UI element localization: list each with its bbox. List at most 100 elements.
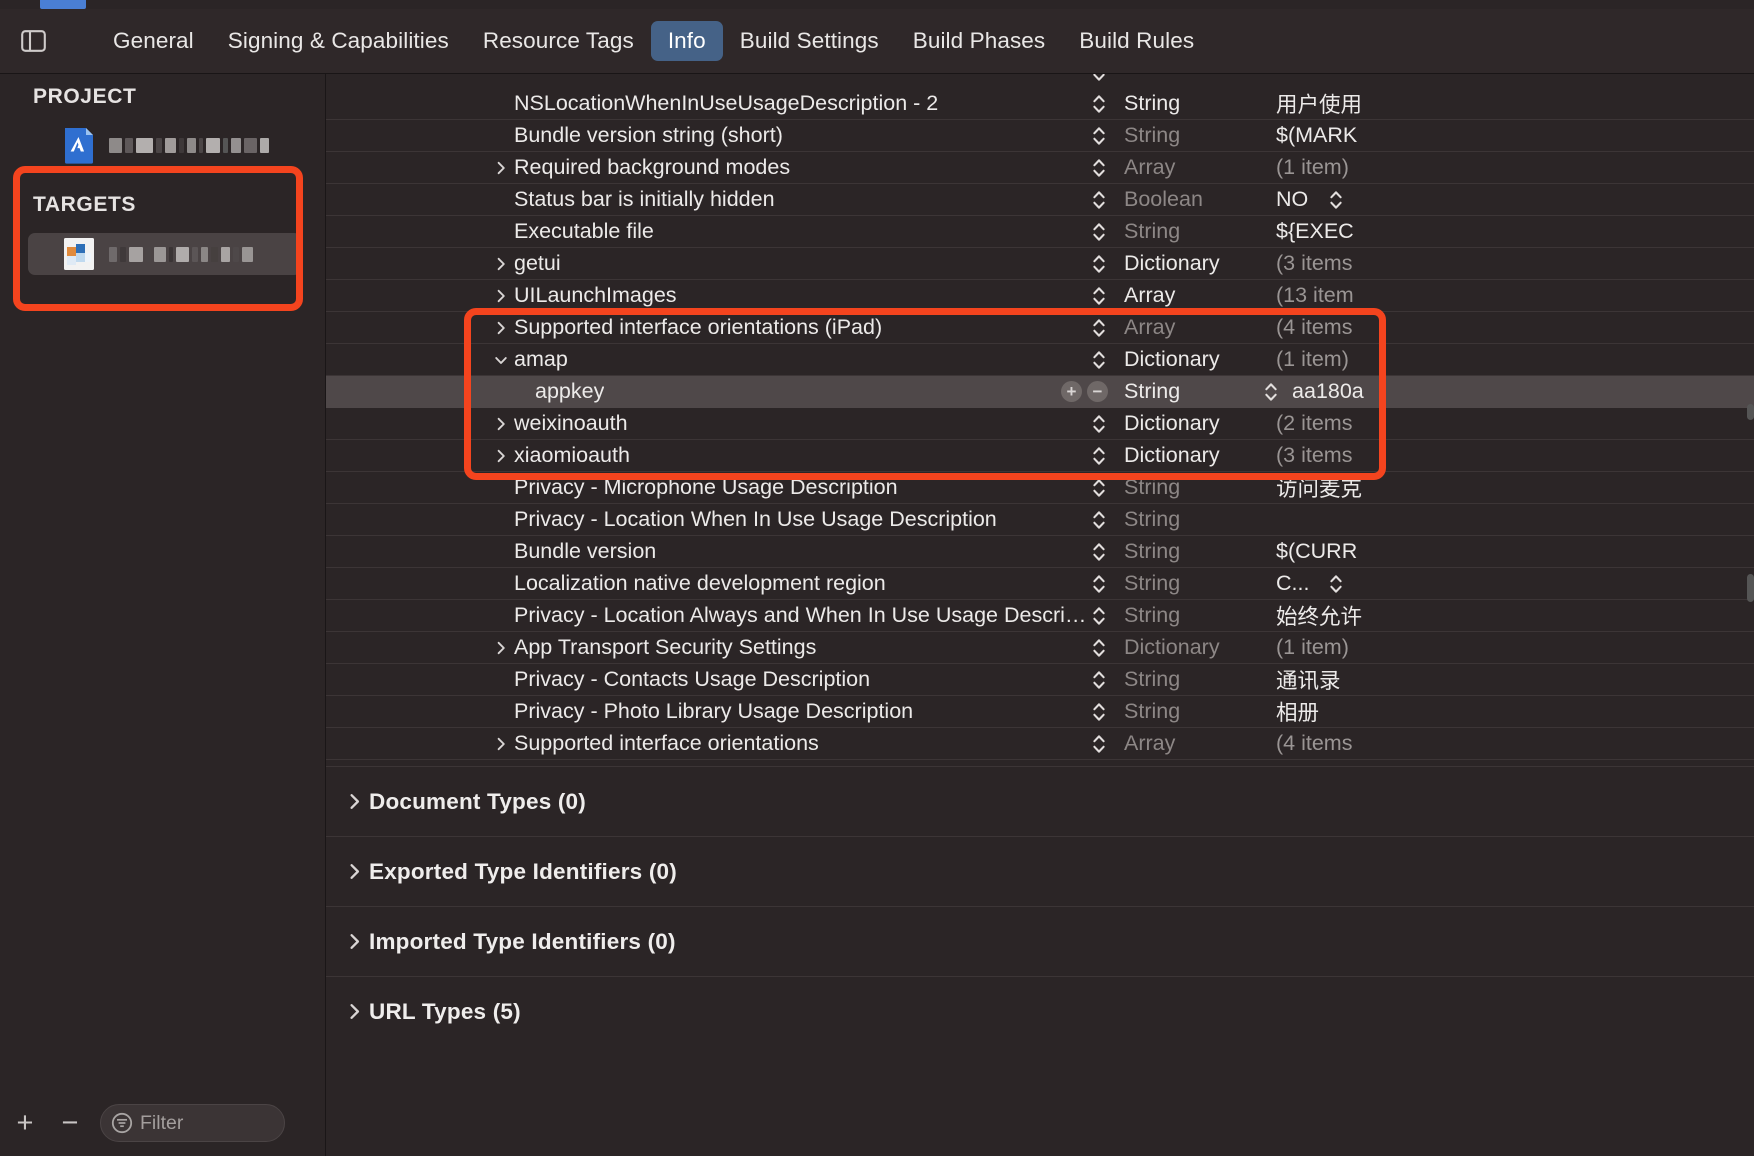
target-list-item[interactable]: [0, 232, 326, 276]
plist-row[interactable]: Executable file String ${EXEC: [326, 216, 1754, 248]
plist-type[interactable]: String: [1124, 539, 1180, 564]
plist-row[interactable]: Privacy - Location Always and When In Us…: [326, 600, 1754, 632]
plist-type[interactable]: String: [1124, 219, 1180, 244]
plist-value[interactable]: $(MARK: [1276, 123, 1357, 148]
plist-row[interactable]: amap Dictionary (1 item): [326, 344, 1754, 376]
plist-value[interactable]: (1 item): [1276, 635, 1349, 660]
plist-row[interactable]: getui Dictionary (3 items: [326, 248, 1754, 280]
chevron-right-icon[interactable]: [492, 152, 510, 184]
type-stepper-icon[interactable]: [1088, 568, 1110, 600]
plist-type[interactable]: Boolean: [1124, 187, 1203, 212]
plist-type[interactable]: String: [1124, 699, 1180, 724]
plist-value[interactable]: (4 items: [1276, 315, 1352, 340]
plist-row[interactable]: Status bar is initially hidden Boolean NO: [326, 184, 1754, 216]
project-list-item[interactable]: [0, 123, 326, 167]
plist-row[interactable]: Privacy - Location When In Use Usage Des…: [326, 504, 1754, 536]
plist-row[interactable]: appkey + − String aa180a: [326, 376, 1754, 408]
section-exported-type-identifiers-0[interactable]: Exported Type Identifiers (0): [326, 836, 1754, 906]
type-stepper-icon[interactable]: [1088, 408, 1110, 440]
plist-row[interactable]: Supported interface orientations (iPad) A…: [326, 312, 1754, 344]
add-target-button[interactable]: +: [10, 1108, 40, 1138]
plist-type[interactable]: String: [1124, 571, 1180, 596]
plist-type[interactable]: String: [1124, 603, 1180, 628]
plist-value[interactable]: C...: [1276, 571, 1309, 596]
plist-type[interactable]: String: [1124, 475, 1180, 500]
chevron-down-icon[interactable]: [492, 344, 510, 376]
plist-type[interactable]: Dictionary: [1124, 347, 1220, 372]
chevron-right-icon[interactable]: [492, 248, 510, 280]
plist-row[interactable]: Bundle version String $(CURR: [326, 536, 1754, 568]
value-stepper-icon[interactable]: [1261, 376, 1281, 408]
type-stepper-icon[interactable]: [1088, 536, 1110, 568]
plist-type[interactable]: Dictionary: [1124, 635, 1220, 660]
plist-value[interactable]: (3 items: [1276, 251, 1352, 276]
type-stepper-icon[interactable]: [1088, 120, 1110, 152]
plist-row[interactable]: Privacy - Contacts Usage Description Stri…: [326, 664, 1754, 696]
tab-build-settings[interactable]: Build Settings: [723, 21, 896, 61]
plist-value[interactable]: (4 items: [1276, 731, 1352, 756]
type-stepper-icon[interactable]: [1088, 632, 1110, 664]
plist-value[interactable]: aa180a: [1292, 379, 1364, 404]
type-stepper-icon[interactable]: [1088, 88, 1110, 120]
plist-value[interactable]: (1 item): [1276, 155, 1349, 180]
plist-type[interactable]: Array: [1124, 283, 1175, 308]
add-row-icon[interactable]: +: [1061, 381, 1082, 402]
sidebar-toggle-icon[interactable]: [14, 26, 52, 56]
plist-row[interactable]: Privacy - Photo Library Usage Descriptio…: [326, 696, 1754, 728]
section-imported-type-identifiers-0[interactable]: Imported Type Identifiers (0): [326, 906, 1754, 976]
plist-value[interactable]: 始终允许: [1276, 600, 1362, 631]
tab-build-rules[interactable]: Build Rules: [1062, 21, 1211, 61]
plist-value[interactable]: (3 items: [1276, 443, 1352, 468]
plist-row[interactable]: App Transport Security Settings Dictionar…: [326, 632, 1754, 664]
type-stepper-icon[interactable]: [1088, 216, 1110, 248]
plist-value[interactable]: NO: [1276, 187, 1308, 212]
chevron-right-icon[interactable]: [339, 933, 369, 950]
plist-type[interactable]: String: [1124, 507, 1180, 532]
plist-type[interactable]: Array: [1124, 731, 1175, 756]
plist-type[interactable]: String: [1124, 667, 1180, 692]
plist-value[interactable]: 访问麦克: [1276, 472, 1362, 503]
type-stepper-icon[interactable]: [1088, 504, 1110, 536]
plist-value[interactable]: 通讯录: [1276, 664, 1341, 695]
plist-value[interactable]: ${EXEC: [1276, 219, 1354, 244]
plist-row-partial[interactable]: [326, 74, 1754, 88]
type-stepper-icon[interactable]: [1088, 344, 1110, 376]
scrollbar-thumb-upper[interactable]: [1747, 404, 1754, 420]
type-stepper-icon[interactable]: [1088, 600, 1110, 632]
chevron-right-icon[interactable]: [492, 632, 510, 664]
plist-value[interactable]: $(CURR: [1276, 539, 1357, 564]
chevron-right-icon[interactable]: [492, 440, 510, 472]
plist-type[interactable]: Dictionary: [1124, 443, 1220, 468]
tab-info[interactable]: Info: [650, 21, 723, 61]
plist-type[interactable]: String: [1124, 123, 1180, 148]
section-url-types-5[interactable]: URL Types (5): [326, 976, 1754, 1046]
value-stepper-icon[interactable]: [1326, 184, 1346, 216]
chevron-right-icon[interactable]: [492, 408, 510, 440]
type-stepper-icon[interactable]: [1088, 184, 1110, 216]
plist-row[interactable]: Localization native development region St…: [326, 568, 1754, 600]
filter-input[interactable]: Filter: [100, 1104, 285, 1142]
plist-row[interactable]: xiaomioauth Dictionary (3 items: [326, 440, 1754, 472]
plist-row[interactable]: UILaunchImages Array (13 item: [326, 280, 1754, 312]
chevron-right-icon[interactable]: [339, 863, 369, 880]
type-stepper-icon[interactable]: [1088, 74, 1110, 88]
tab-build-phases[interactable]: Build Phases: [896, 21, 1063, 61]
chevron-right-icon[interactable]: [492, 728, 510, 760]
type-stepper-icon[interactable]: [1088, 248, 1110, 280]
plist-type[interactable]: Dictionary: [1124, 251, 1220, 276]
plist-type[interactable]: Array: [1124, 155, 1175, 180]
value-stepper-icon[interactable]: [1326, 568, 1346, 600]
plist-type[interactable]: String: [1124, 91, 1180, 116]
plist-row[interactable]: Privacy - Microphone Usage Description St…: [326, 472, 1754, 504]
tab-signing-capabilities[interactable]: Signing & Capabilities: [211, 21, 466, 61]
plist-value[interactable]: (1 item): [1276, 347, 1349, 372]
plist-type[interactable]: String: [1124, 379, 1180, 404]
plist-row[interactable]: Supported interface orientations Array (4 …: [326, 728, 1754, 760]
type-stepper-icon[interactable]: [1088, 312, 1110, 344]
plist-value[interactable]: 用户使用: [1276, 88, 1362, 119]
plist-value[interactable]: (13 item: [1276, 283, 1354, 308]
plist-row[interactable]: Required background modes Array (1 item): [326, 152, 1754, 184]
tab-resource-tags[interactable]: Resource Tags: [466, 21, 651, 61]
scrollbar-thumb-lower[interactable]: [1747, 574, 1754, 602]
plist-row[interactable]: Bundle version string (short) String $(MAR…: [326, 120, 1754, 152]
